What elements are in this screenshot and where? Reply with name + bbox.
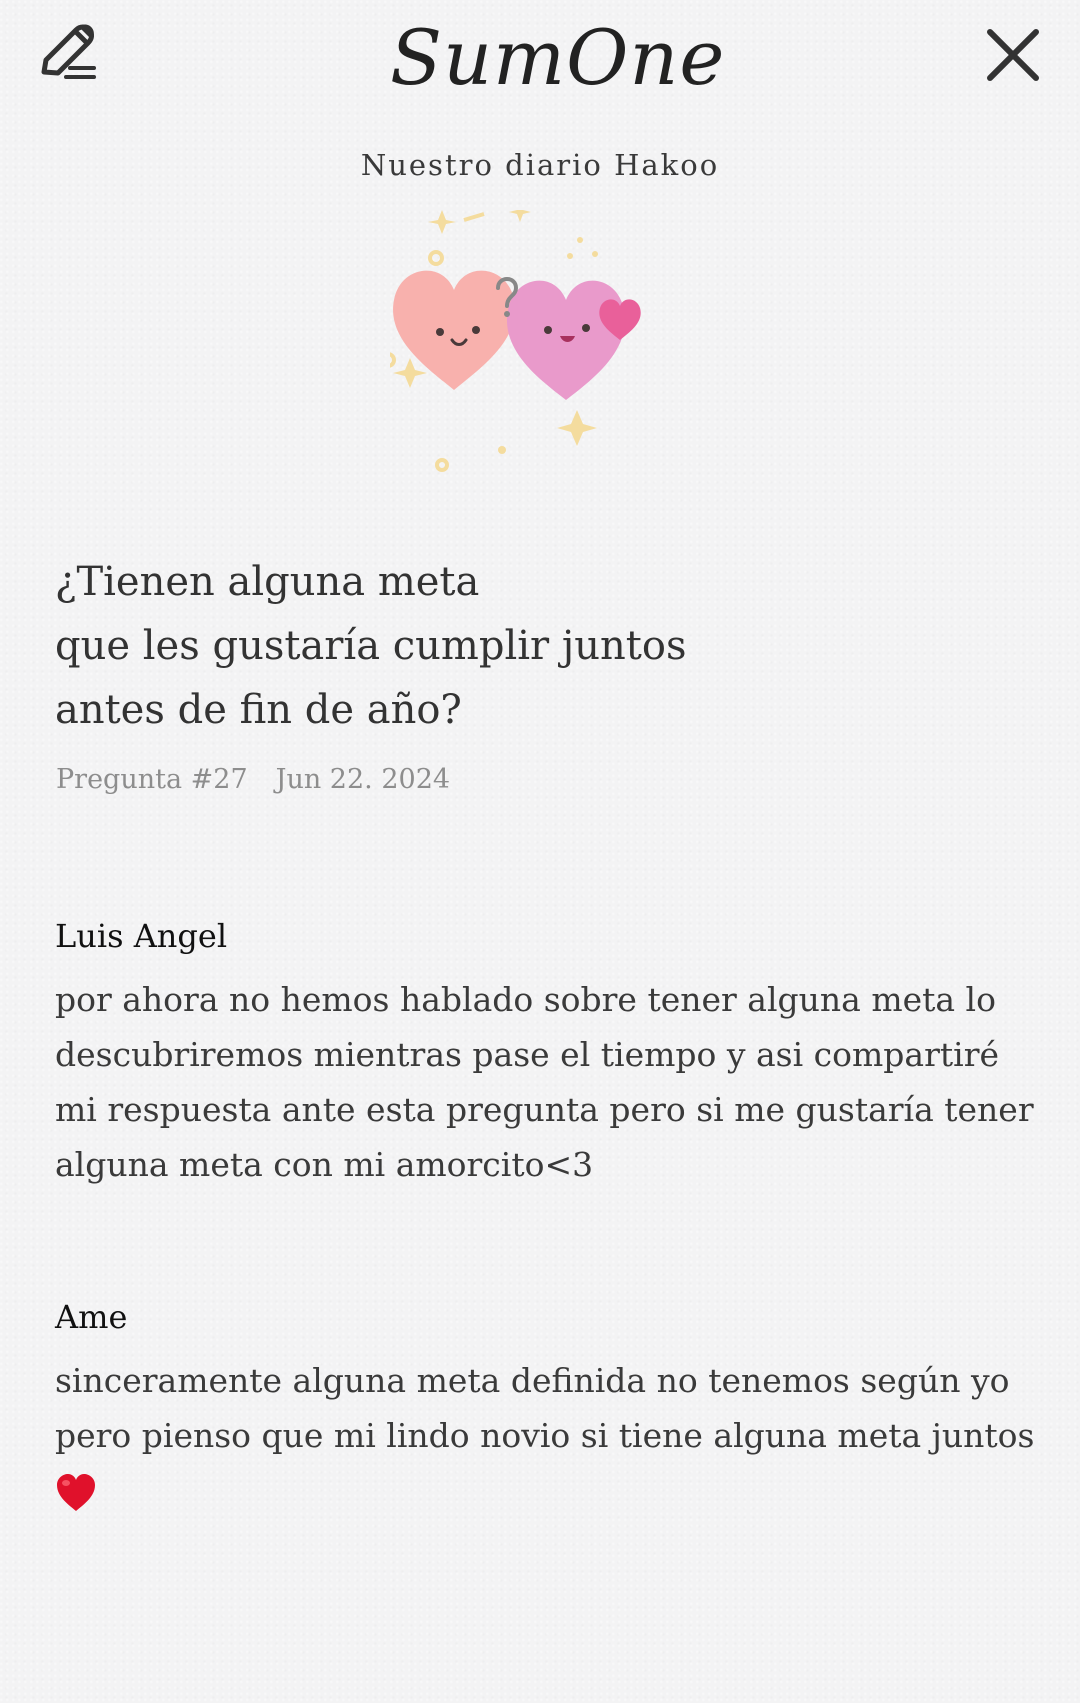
answer-line: sinceramente alguna meta definida no ten… — [55, 1361, 1010, 1400]
answer-line: por ahora no hemos hablado sobre tener a… — [55, 980, 996, 1019]
edit-button[interactable] — [36, 20, 108, 92]
question-line: antes de fin de año? — [55, 687, 462, 733]
red-heart-icon — [57, 1474, 95, 1511]
answer-line: pero pienso que mi lindo novio si tiene … — [55, 1416, 1035, 1455]
top-bar: SumOne — [0, 0, 1080, 120]
couple-hearts-illustration — [380, 202, 690, 480]
answer-line: descubriremos mientras pase el tiempo y … — [55, 1035, 999, 1074]
answer-card: Ame sinceramente alguna meta definida no… — [55, 1293, 1035, 1518]
answer-text: por ahora no hemos hablado sobre tener a… — [55, 972, 1034, 1192]
close-icon — [987, 29, 1039, 81]
answer-text: sinceramente alguna meta definida no ten… — [55, 1353, 1035, 1518]
question-text: ¿Tienen alguna meta que les gustaría cum… — [55, 550, 1015, 742]
answer-emoji-line — [55, 1463, 1025, 1518]
close-button[interactable] — [980, 22, 1046, 88]
question-line: ¿Tienen alguna meta — [55, 559, 480, 605]
answer-author: Luis Angel — [55, 917, 228, 955]
question-meta: Pregunta #27 Jun 22. 2024 — [56, 764, 450, 795]
app-logo: SumOne — [390, 13, 726, 102]
answer-author: Ame — [55, 1298, 128, 1336]
answer-card: Luis Angel por ahora no hemos hablado so… — [55, 912, 1034, 1192]
pencil-edit-icon — [41, 24, 96, 79]
question-line: que les gustaría cumplir juntos — [55, 623, 687, 669]
answer-line: mi respuesta ante esta pregunta pero si … — [55, 1090, 1034, 1129]
answer-line: alguna meta con mi amorcito<3 — [55, 1145, 594, 1184]
question-date: Jun 22. 2024 — [275, 764, 451, 795]
diary-title: Nuestro diario Hakoo — [360, 148, 720, 182]
question-number: Pregunta #27 — [56, 764, 248, 795]
